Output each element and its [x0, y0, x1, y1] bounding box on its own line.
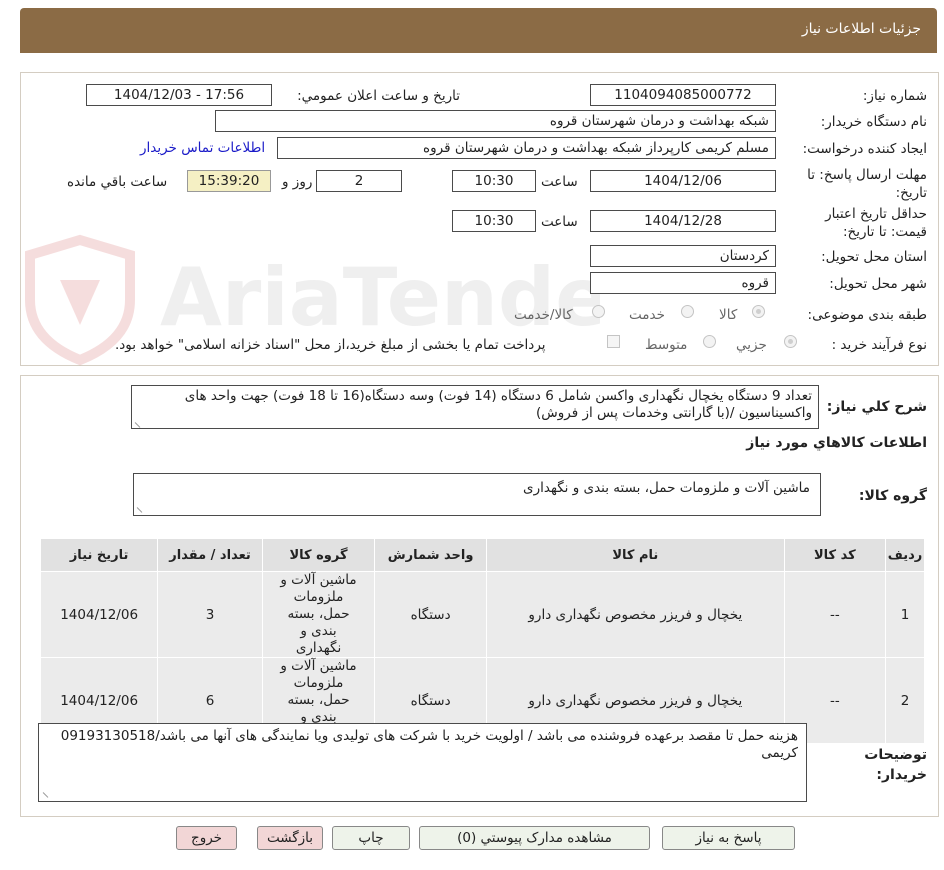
- announce-label: تاريخ و ساعت اعلان عمومي:: [297, 88, 460, 104]
- goods-group-label: گروه کالا:: [858, 488, 927, 504]
- cell-group: ماشين آلات و ملزومات حمل، بسته بندی و نگ…: [261, 571, 376, 658]
- category-option-goods: کالا: [719, 307, 738, 323]
- buyer-org-field: شبکه بهداشت و درمان شهرستان قروه: [215, 110, 776, 132]
- announce-field: 1404/12/03 - 17:56: [86, 84, 272, 106]
- goods-group-text: ماشين آلات و ملزومات حمل، بسته بندی و نگ…: [523, 480, 810, 496]
- col-row: رديف: [885, 538, 925, 572]
- col-date: تاريخ نياز: [39, 538, 159, 572]
- description-textarea[interactable]: تعداد 9 دستگاه يخچال نگهداری واکسن شامل …: [131, 385, 819, 429]
- reply-button[interactable]: پاسخ به نياز: [662, 826, 795, 850]
- need-number-field: 1104094085000772: [590, 84, 776, 106]
- validity-time-label: ساعت: [541, 214, 578, 230]
- items-section-title: اطلاعات کالاهاي مورد نياز: [746, 435, 927, 451]
- category-radio-goods[interactable]: [752, 305, 765, 318]
- process-radio-medium[interactable]: [703, 335, 716, 348]
- reply-time-field: 10:30: [452, 170, 536, 192]
- province-field: کردستان: [590, 245, 776, 267]
- city-label: شهر محل تحويل:: [829, 276, 927, 292]
- process-option-minor: جزيي: [736, 337, 767, 353]
- cell-row: 1: [885, 571, 925, 658]
- city-field: قروه: [590, 272, 776, 294]
- back-button[interactable]: بازگشت: [257, 826, 323, 850]
- reply-deadline-label: مهلت ارسال پاسخ: تا تاريخ:: [807, 167, 927, 201]
- page-title: جزئيات اطلاعات نياز: [801, 21, 921, 37]
- days-field: 2: [316, 170, 402, 192]
- days-label: روز و: [282, 174, 313, 190]
- exit-button[interactable]: خروج: [176, 826, 237, 850]
- cell-unit: دستگاه: [374, 571, 487, 658]
- col-name: نام کالا: [485, 538, 785, 572]
- goods-group-textarea[interactable]: ماشين آلات و ملزومات حمل، بسته بندی و نگ…: [133, 473, 821, 516]
- cell-code: --: [783, 571, 887, 658]
- col-unit: واحد شمارش: [374, 538, 487, 572]
- treasury-checkbox[interactable]: [607, 335, 620, 348]
- buyer-notes-label: توضيحات خريدار:: [864, 747, 927, 783]
- category-radio-service[interactable]: [681, 305, 694, 318]
- category-option-service: خدمت: [629, 307, 665, 323]
- treasury-note: پرداخت تمام يا بخشی از مبلغ خريد،از محل …: [115, 337, 546, 353]
- col-group: گروه کالا: [261, 538, 376, 572]
- validity-date-field: 1404/12/28: [590, 210, 776, 232]
- buyer-notes-textarea[interactable]: هزينه حمل تا مقصد برعهده فروشنده می باشد…: [38, 723, 807, 802]
- col-qty: تعداد / مقدار: [157, 538, 263, 572]
- category-option-both: کالا/خدمت: [514, 307, 573, 323]
- cell-date: 1404/12/06: [39, 571, 159, 658]
- description-text: تعداد 9 دستگاه يخچال نگهداری واکسن شامل …: [184, 388, 812, 421]
- col-code: کد کالا: [783, 538, 887, 572]
- buyer-notes-text: هزينه حمل تا مقصد برعهده فروشنده می باشد…: [60, 728, 798, 761]
- items-table: رديف کد کالا نام کالا واحد شمارش گروه کا…: [39, 538, 925, 744]
- cell-qty: 3: [157, 571, 263, 658]
- remaining-label: ساعت باقي مانده: [67, 174, 168, 190]
- reply-time-label: ساعت: [541, 174, 578, 190]
- print-button[interactable]: چاپ: [332, 826, 410, 850]
- description-label: شرح کلي نياز:: [826, 399, 927, 415]
- requester-field: مسلم کريمی کارپرداز شبکه بهداشت و درمان …: [277, 137, 776, 159]
- validity-time-field: 10:30: [452, 210, 536, 232]
- need-number-label: شماره نياز:: [862, 88, 927, 104]
- watermark-text: AriaTender.neT: [160, 251, 600, 344]
- province-label: استان محل تحويل:: [821, 249, 927, 265]
- view-attachments-button[interactable]: مشاهده مدارک پيوستي (0): [419, 826, 650, 850]
- table-header-row: رديف کد کالا نام کالا واحد شمارش گروه کا…: [39, 538, 925, 572]
- reply-date-field: 1404/12/06: [590, 170, 776, 192]
- validity-label: حداقل تاريخ اعتبار قيمت: تا تاريخ:: [825, 206, 927, 240]
- remaining-time-field: 15:39:20: [187, 170, 271, 192]
- contact-info-link[interactable]: اطلاعات تماس خريدار: [140, 140, 265, 156]
- cell-row: 2: [885, 657, 925, 744]
- process-label: نوع فرآيند خريد :: [831, 337, 927, 353]
- category-radio-both[interactable]: [592, 305, 605, 318]
- cell-name: يخچال و فريزر مخصوص نگهداری دارو: [485, 571, 785, 658]
- page-header: جزئيات اطلاعات نياز: [20, 8, 937, 53]
- process-radio-minor[interactable]: [784, 335, 797, 348]
- process-option-medium: متوسط: [645, 337, 688, 353]
- category-label: طبقه بندی موضوعی:: [807, 307, 927, 323]
- table-row[interactable]: 1 -- يخچال و فريزر مخصوص نگهداری دارو دس…: [39, 571, 925, 658]
- requester-label: ايجاد کننده درخواست:: [802, 141, 927, 157]
- buyer-org-label: نام دستگاه خريدار:: [820, 114, 927, 130]
